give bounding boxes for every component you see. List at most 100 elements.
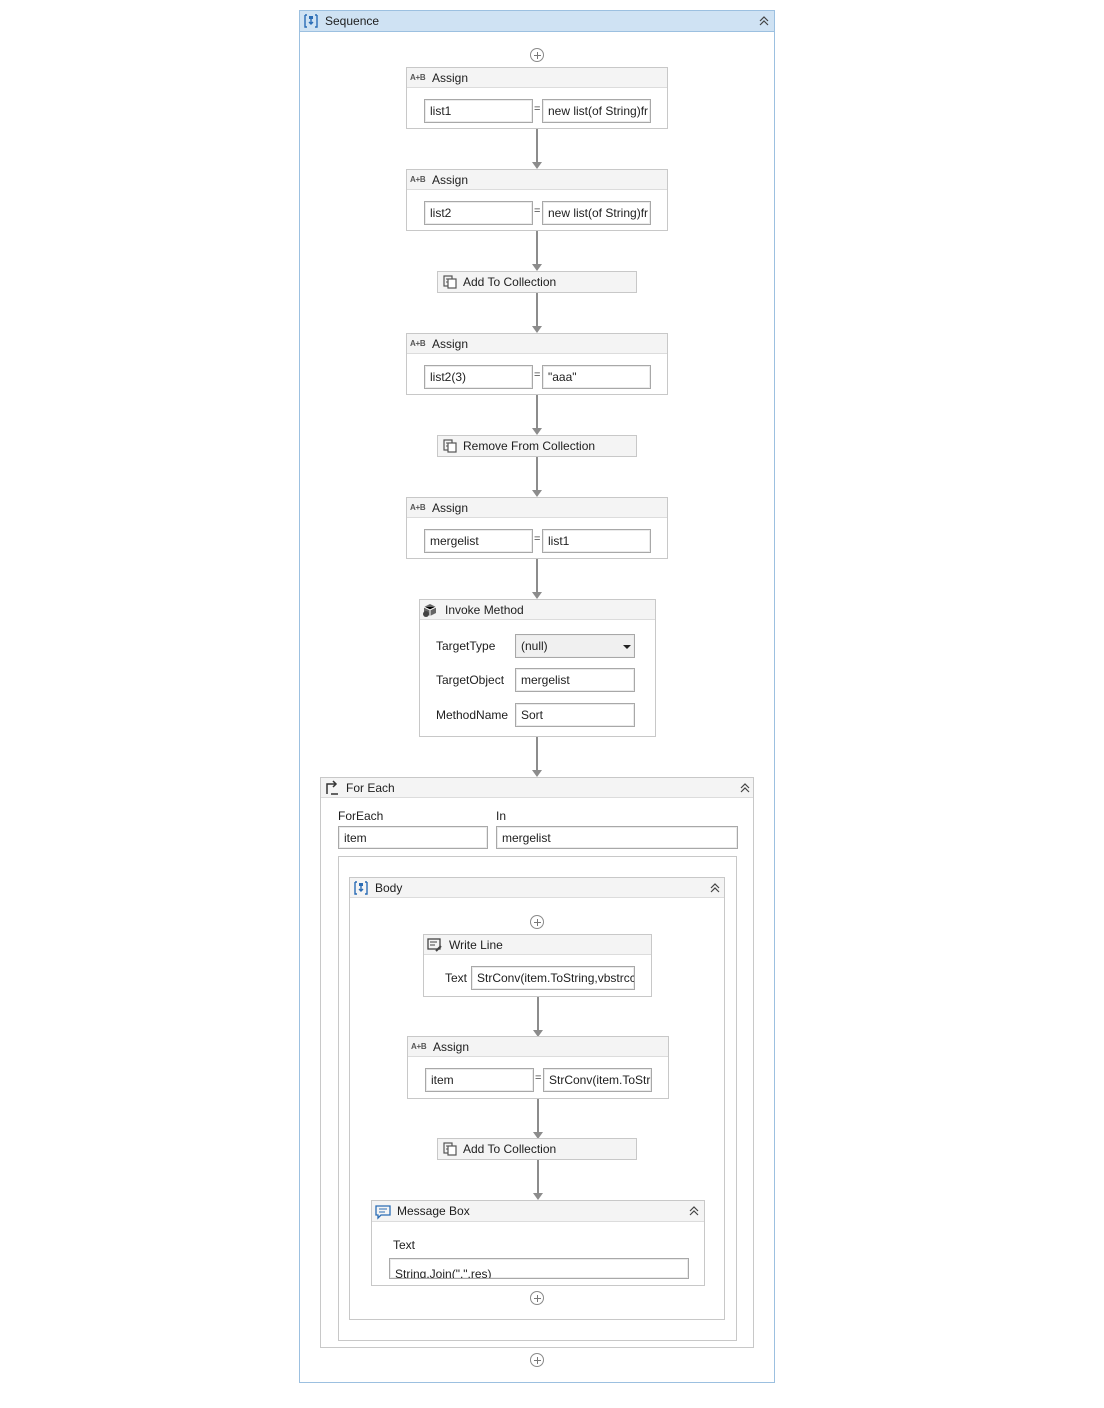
assign-to-field[interactable]: item [425,1068,534,1092]
assign-icon: A+B [410,503,426,512]
assign-activity-2[interactable]: A+B Assign list2 = new list(of String)fr [406,169,668,231]
add-activity-icon[interactable] [530,1353,544,1367]
assign-activity-4[interactable]: A+B Assign mergelist = list1 [406,497,668,559]
for-each-header: For Each [321,778,753,798]
arrow-down-icon [532,162,542,169]
write-line-text-field[interactable]: StrConv(item.ToString,vbstrcc [471,966,635,990]
method-name-field[interactable]: Sort [515,703,635,727]
remove-from-collection-activity[interactable]: Remove From Collection [437,435,637,457]
collection-icon [443,1142,457,1156]
connector [536,737,538,770]
arrow-down-icon [532,592,542,599]
collapse-icon[interactable] [758,15,770,27]
add-activity-icon[interactable] [530,48,544,62]
sequence-header[interactable]: Sequence [300,11,774,32]
assign-value-field[interactable]: list1 [542,529,651,553]
message-box-header: Message Box [372,1201,704,1222]
message-box-text-field[interactable]: String.Join(",",res) [389,1258,689,1279]
invoke-method-title: Invoke Method [445,602,524,617]
assign-title: Assign [432,172,469,187]
connector [537,1099,539,1132]
dropdown-arrow-icon [623,645,631,649]
assign-header: A+B Assign [408,1037,668,1057]
target-object-field[interactable]: mergelist [515,668,635,692]
add-to-collection-title: Add To Collection [463,1142,557,1156]
add-activity-icon[interactable] [530,915,544,929]
connector [536,559,538,592]
assign-value-field[interactable]: "aaa" [542,365,651,389]
equals-sign: = [534,369,541,381]
arrow-down-icon [532,490,542,497]
assign-header: A+B Assign [407,68,667,88]
collection-icon [443,275,457,289]
invoke-method-activity[interactable]: Invoke Method TargetType (null) TargetOb… [419,599,656,737]
arrow-down-icon [532,428,542,435]
assign-to-field[interactable]: mergelist [424,529,533,553]
assign-header: A+B Assign [407,170,667,190]
invoke-method-header: Invoke Method [420,600,655,620]
assign-value-field[interactable]: new list(of String)fr [542,201,651,225]
assign-title: Assign [432,336,469,351]
assign-icon: A+B [410,175,426,184]
body-header: Body [350,878,724,898]
in-label: In [496,809,507,823]
add-activity-icon[interactable] [530,1291,544,1305]
connector [536,457,538,490]
assign-to-field[interactable]: list1 [424,99,533,123]
write-line-title: Write Line [449,937,503,952]
assign-header: A+B Assign [407,498,667,518]
assign-value-field[interactable]: StrConv(item.ToStr [543,1068,652,1092]
assign-header: A+B Assign [407,334,667,354]
equals-sign: = [534,205,541,217]
equals-sign: = [534,533,541,545]
add-to-collection-activity[interactable]: Add To Collection [437,271,637,293]
collection-icon [443,439,457,453]
connector [536,395,538,428]
arrow-down-icon [532,326,542,333]
write-line-activity[interactable]: Write Line Text StrConv(item.ToString,vb… [423,934,652,997]
collapse-icon[interactable] [688,1205,700,1217]
foreach-item-field[interactable]: item [338,826,488,849]
foreach-label: ForEach [338,809,384,823]
assign-to-field[interactable]: list2(3) [424,365,533,389]
connector [536,231,538,264]
write-line-icon [427,938,442,952]
assign-icon: A+B [410,339,426,348]
write-line-text-label: Text [445,971,468,985]
assign-value-field[interactable]: new list(of String)fr [542,99,651,123]
arrow-down-icon [532,770,542,777]
arrow-down-icon [533,1193,543,1200]
write-line-header: Write Line [424,935,651,955]
equals-sign: = [534,103,541,115]
message-box-title: Message Box [397,1204,470,1218]
target-object-label: TargetObject [436,673,505,687]
sequence-title: Sequence [325,14,380,28]
invoke-method-icon [423,604,437,617]
collapse-icon[interactable] [739,782,751,794]
remove-from-collection-title: Remove From Collection [463,439,596,453]
arrow-down-icon [532,264,542,271]
sequence-icon [354,881,368,895]
connector [536,293,538,326]
collapse-icon[interactable] [709,882,721,894]
method-name-label: MethodName [436,708,509,722]
message-box-activity[interactable]: Message Box Text String.Join(",",res) [371,1200,705,1286]
assign-activity-1[interactable]: A+B Assign list1 = new list(of String)fr [406,67,668,129]
sequence-icon [304,14,318,28]
target-type-label: TargetType [436,639,496,653]
for-each-title: For Each [346,780,395,795]
in-collection-field[interactable]: mergelist [496,826,738,849]
assign-title: Assign [432,70,469,85]
add-to-collection-activity[interactable]: Add To Collection [437,1138,637,1160]
equals-sign: = [535,1072,542,1084]
for-each-icon [326,780,338,795]
assign-title: Assign [433,1039,470,1054]
assign-activity-3[interactable]: A+B Assign list2(3) = "aaa" [406,333,668,395]
assign-activity-5[interactable]: A+B Assign item = StrConv(item.ToStr [407,1036,669,1099]
message-box-text-label: Text [393,1238,416,1252]
assign-icon: A+B [411,1042,427,1051]
assign-icon: A+B [410,73,426,82]
message-box-icon [375,1205,391,1220]
target-type-dropdown[interactable]: (null) [515,634,635,658]
assign-to-field[interactable]: list2 [424,201,533,225]
